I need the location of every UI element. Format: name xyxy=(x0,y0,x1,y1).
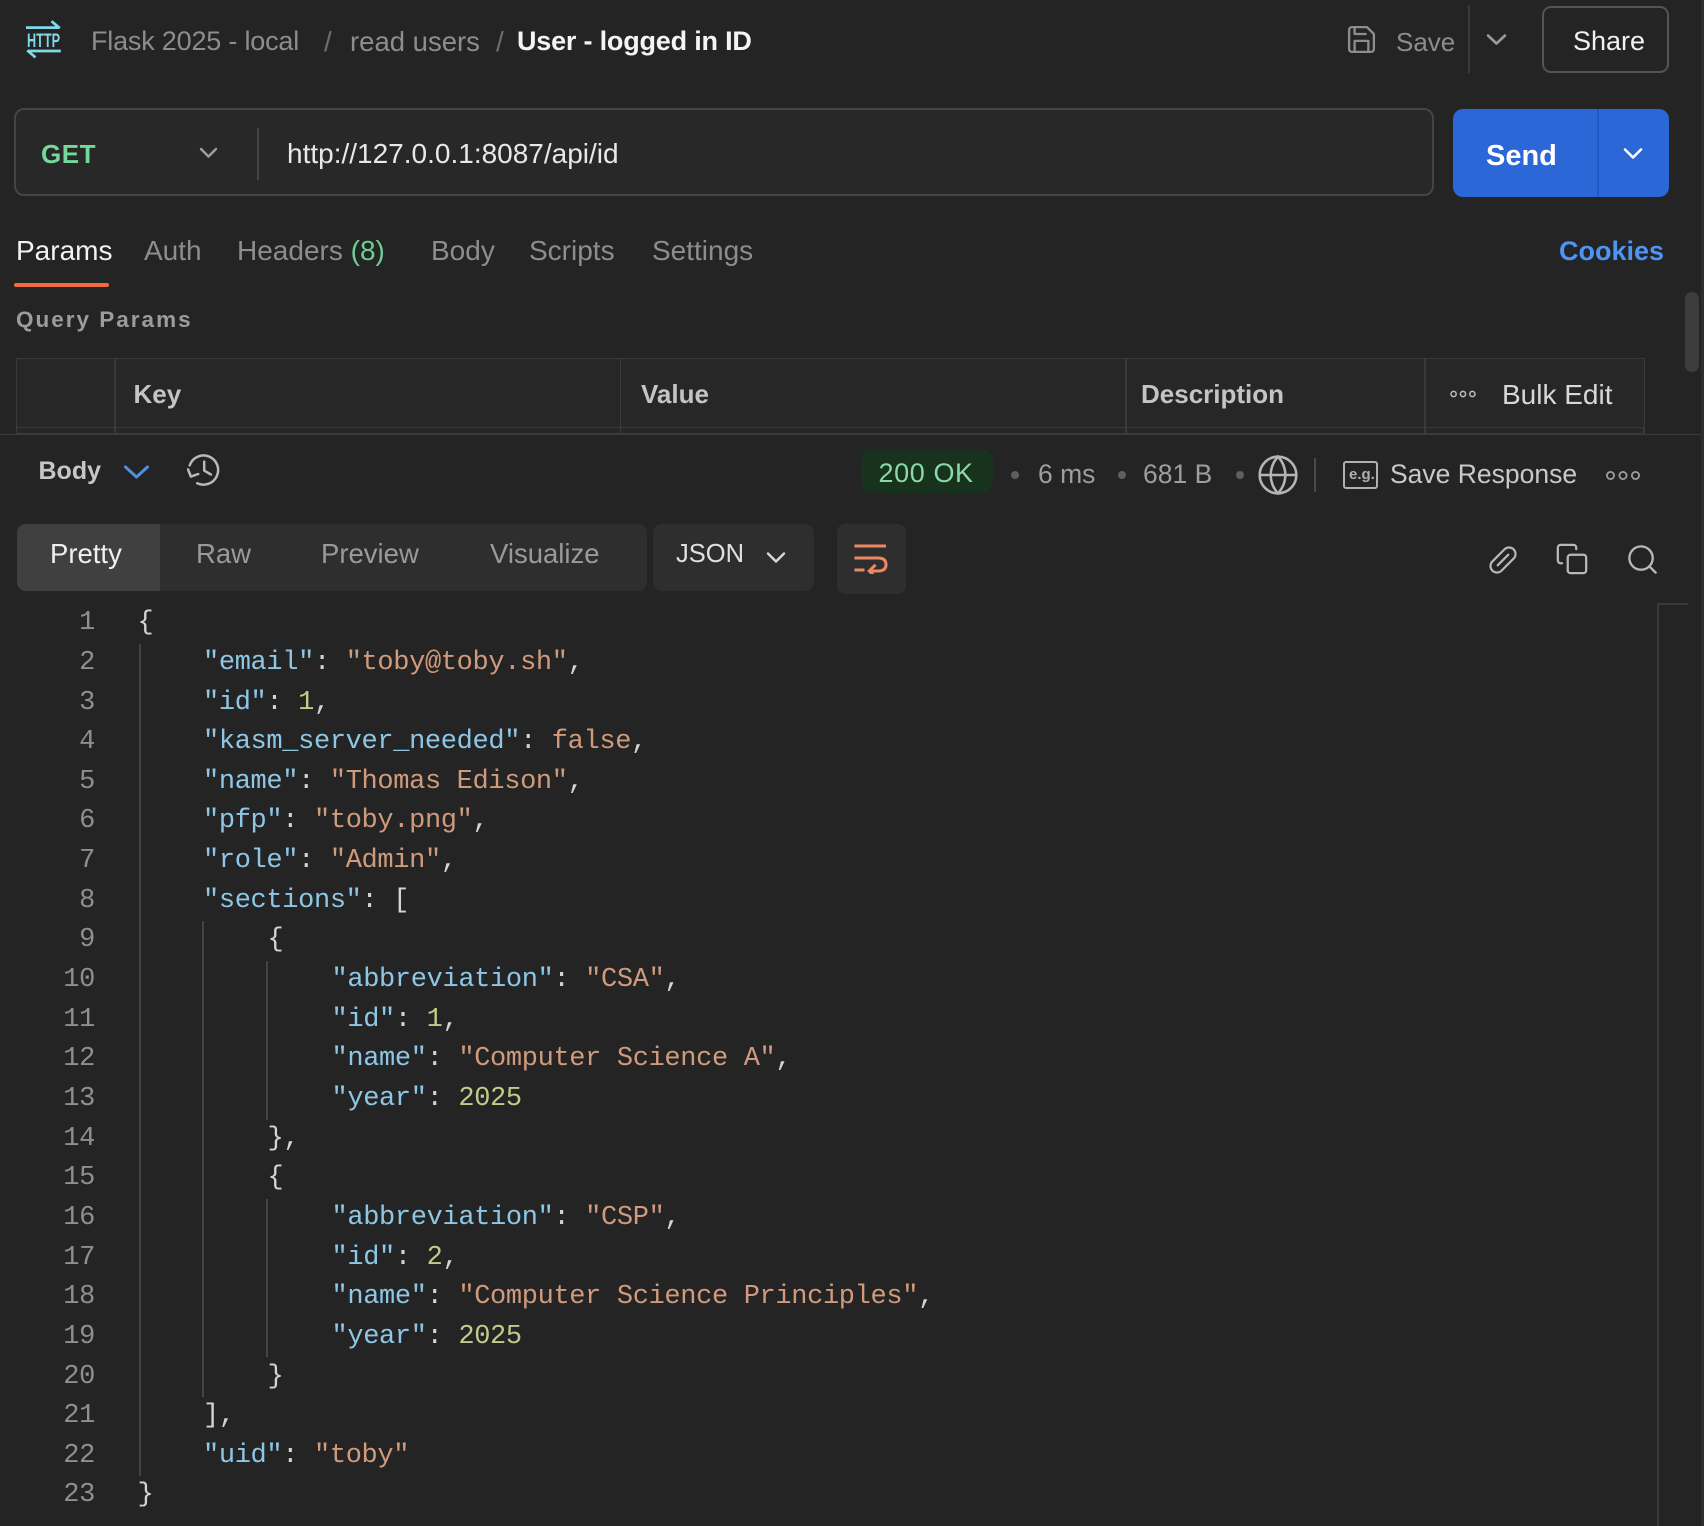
svg-text:HTTP: HTTP xyxy=(27,30,60,52)
